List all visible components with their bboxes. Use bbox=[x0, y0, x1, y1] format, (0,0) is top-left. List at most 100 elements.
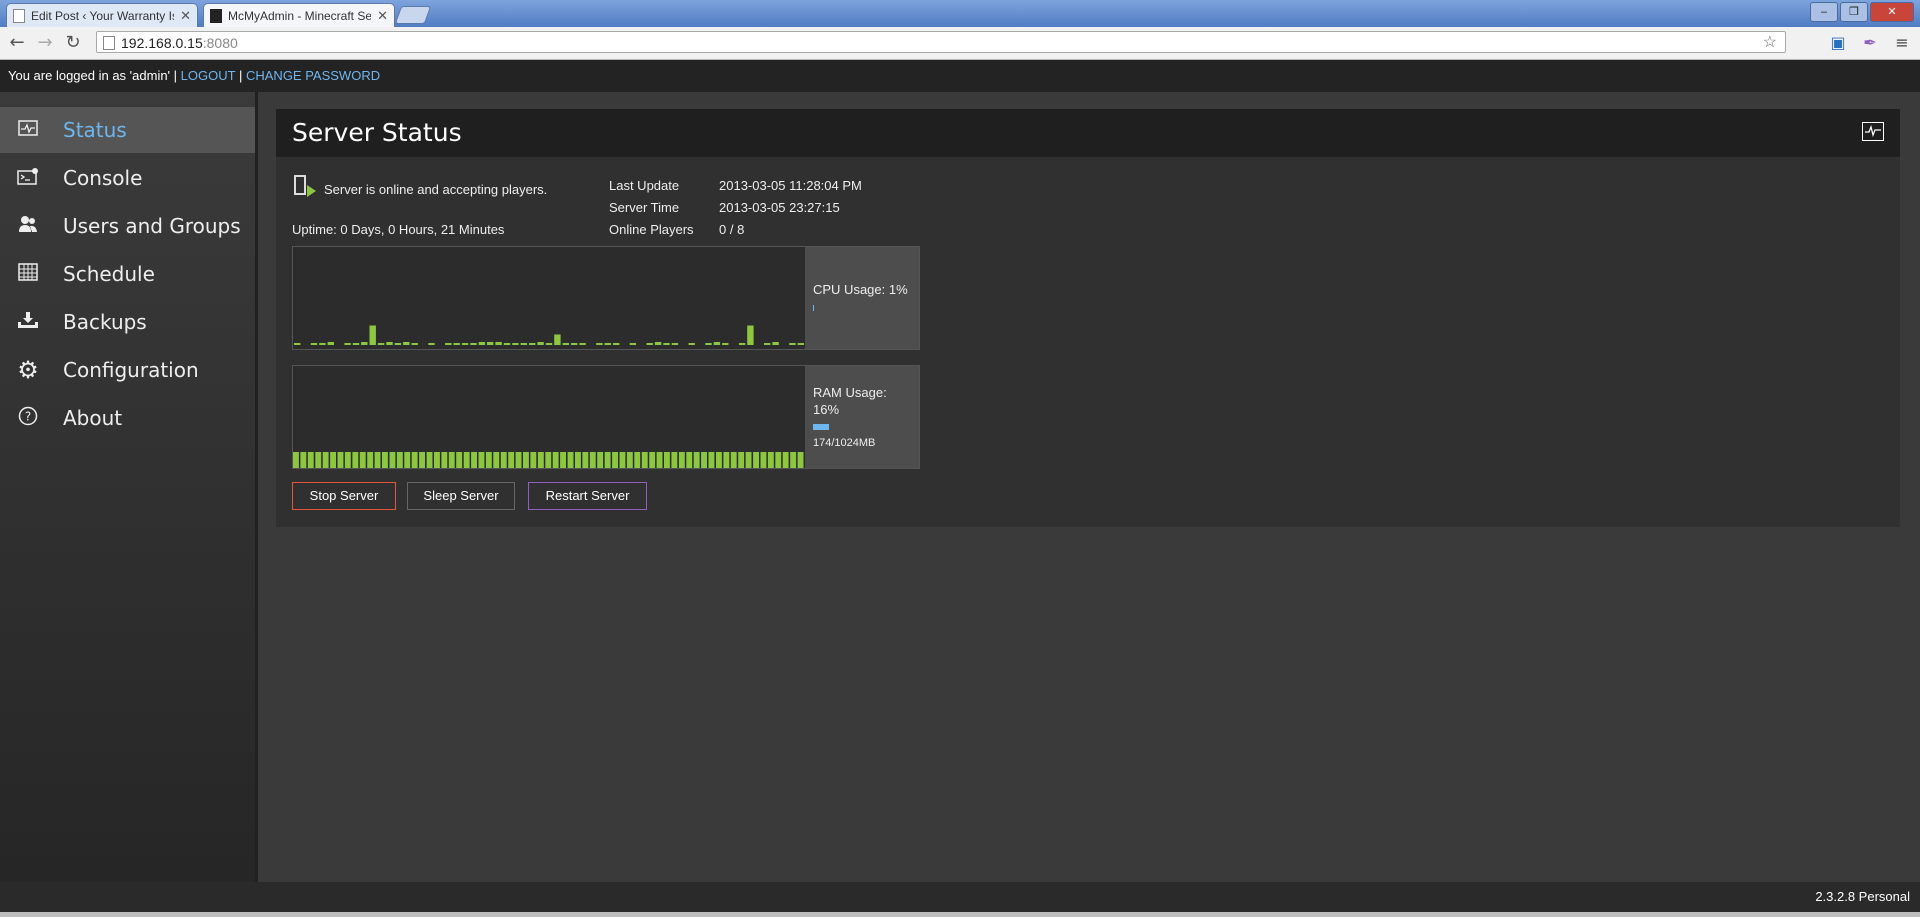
ram-history-bar bbox=[664, 452, 670, 468]
sidebar-item-users-and-groups[interactable]: Users and Groups bbox=[0, 203, 255, 249]
logged-in-text: You are logged in as 'admin' | bbox=[8, 68, 178, 83]
online-players-value: 0 / 8 bbox=[719, 222, 745, 237]
cpu-history-bar bbox=[629, 343, 637, 345]
ram-history-bar bbox=[753, 452, 759, 468]
address-bar[interactable]: 192.168.0.15:8080 ☆ bbox=[96, 31, 1786, 53]
cpu-history-bar bbox=[571, 343, 578, 345]
feather-extension-icon[interactable]: ✒ bbox=[1860, 33, 1880, 53]
ram-history-bar bbox=[508, 452, 515, 468]
sidebar-item-console[interactable]: Console bbox=[0, 155, 255, 201]
cpu-history-bar bbox=[411, 343, 418, 345]
sidebar-item-status[interactable]: Status bbox=[0, 107, 255, 153]
forward-arrow-icon[interactable]: → bbox=[34, 32, 56, 54]
cpu-history-bar bbox=[529, 343, 536, 345]
close-tab-icon[interactable]: ✕ bbox=[180, 8, 191, 24]
online-players-label: Online Players bbox=[609, 222, 694, 237]
cpu-history-bar bbox=[453, 343, 460, 345]
ram-history-bar bbox=[745, 452, 752, 468]
sidebar-item-about[interactable]: ? About bbox=[0, 395, 255, 441]
sidebar-item-schedule[interactable]: Schedule bbox=[0, 251, 255, 297]
extension-icon[interactable]: ▣ bbox=[1828, 33, 1848, 53]
ram-history-bar bbox=[671, 452, 678, 468]
ram-history-bar bbox=[730, 452, 737, 468]
ram-history-bar bbox=[597, 452, 604, 468]
url-port: :8080 bbox=[202, 35, 238, 51]
ram-history-bar bbox=[626, 452, 633, 468]
logout-link[interactable]: LOGOUT bbox=[181, 68, 236, 83]
ram-history-bar bbox=[693, 452, 700, 468]
page-icon bbox=[13, 8, 25, 23]
ram-history-bar bbox=[708, 452, 715, 468]
ram-history-bar bbox=[760, 452, 767, 468]
browser-tab-mcmyadmin[interactable]: McMyAdmin - Minecraft Serv ✕ bbox=[203, 3, 395, 27]
cpu-history-bar bbox=[545, 343, 553, 345]
ram-history-bar bbox=[545, 452, 552, 468]
restart-server-button[interactable]: Restart Server bbox=[528, 482, 647, 510]
ram-history-bar bbox=[441, 452, 448, 468]
cpu-history-bar bbox=[344, 343, 351, 345]
ram-history-bar bbox=[634, 452, 641, 468]
sidebar-item-configuration[interactable]: ⚙ Configuration bbox=[0, 347, 255, 393]
stop-server-button[interactable]: Stop Server bbox=[292, 482, 396, 510]
ram-history-bar bbox=[344, 452, 351, 468]
ram-history-bar bbox=[797, 452, 804, 468]
ram-history-bar bbox=[426, 452, 433, 468]
change-password-link[interactable]: CHANGE PASSWORD bbox=[246, 68, 380, 83]
ram-history-bar bbox=[315, 452, 322, 468]
bottom-strip bbox=[0, 912, 1920, 917]
users-icon bbox=[14, 215, 42, 238]
cpu-history-bar bbox=[369, 325, 376, 345]
play-icon bbox=[307, 185, 316, 197]
ram-history-bar bbox=[500, 452, 507, 468]
browser-tab-edit-post[interactable]: Edit Post ‹ Your Warranty Is ✕ bbox=[6, 3, 198, 27]
cpu-history-bar bbox=[671, 343, 679, 345]
cpu-history-bar bbox=[789, 343, 796, 345]
tab-title: McMyAdmin - Minecraft Serv bbox=[228, 8, 372, 23]
calendar-icon bbox=[14, 262, 42, 286]
ram-history-bar bbox=[552, 452, 559, 468]
cpu-history-bar bbox=[554, 334, 561, 345]
sidebar-item-backups[interactable]: Backups bbox=[0, 299, 255, 345]
minimize-icon[interactable]: ‒ bbox=[1810, 2, 1838, 22]
ram-usage-detail: 174/1024MB bbox=[813, 437, 876, 449]
cpu-history-bar bbox=[294, 343, 301, 345]
cpu-history-bar bbox=[646, 343, 653, 345]
cpu-usage-summary: CPU Usage: 1% bbox=[805, 247, 919, 349]
footer: 2.3.2.8 Personal bbox=[0, 882, 1920, 912]
reload-icon[interactable]: ↻ bbox=[62, 32, 84, 54]
ram-usage-summary: RAM Usage: 16% 174/1024MB bbox=[805, 366, 919, 468]
separator: | bbox=[238, 68, 243, 83]
ram-history-bar bbox=[678, 452, 685, 468]
back-arrow-icon[interactable]: ← bbox=[6, 32, 28, 54]
window-controls: ‒ ❐ ✕ bbox=[1810, 2, 1914, 22]
panel-header: Server Status bbox=[276, 109, 1900, 157]
ram-history-bar bbox=[382, 452, 388, 468]
ram-history-bar bbox=[619, 452, 626, 468]
cpu-history-bar bbox=[797, 343, 804, 345]
ram-history-bar bbox=[560, 452, 566, 468]
restore-icon[interactable]: ❐ bbox=[1840, 2, 1868, 22]
svg-text:?: ? bbox=[25, 409, 31, 423]
sleep-server-button[interactable]: Sleep Server bbox=[407, 482, 515, 510]
pulse-icon bbox=[1862, 122, 1884, 141]
new-tab-button[interactable] bbox=[394, 6, 432, 24]
menu-icon[interactable]: ≡ bbox=[1892, 33, 1912, 53]
ram-history-bar bbox=[767, 452, 774, 468]
cpu-history-bar bbox=[310, 343, 318, 345]
bookmark-star-icon[interactable]: ☆ bbox=[1763, 32, 1777, 54]
ram-usage-label: RAM Usage: bbox=[813, 385, 887, 400]
cpu-history-graph bbox=[294, 325, 804, 345]
close-tab-icon[interactable]: ✕ bbox=[377, 8, 388, 24]
ram-history-bar bbox=[723, 452, 730, 468]
ram-history-bar bbox=[537, 452, 544, 468]
ram-history-bar bbox=[589, 452, 596, 468]
cpu-history-bar bbox=[579, 343, 586, 345]
cpu-history-bar bbox=[394, 343, 402, 345]
server-time-value: 2013-03-05 23:27:15 bbox=[719, 200, 840, 215]
ram-history-bar bbox=[359, 452, 366, 468]
ram-history-bar bbox=[790, 452, 797, 468]
sidebar-item-label: Schedule bbox=[63, 262, 155, 286]
close-window-icon[interactable]: ✕ bbox=[1870, 2, 1914, 22]
sidebar-item-label: Backups bbox=[63, 310, 147, 334]
cpu-history-bar bbox=[352, 343, 360, 345]
